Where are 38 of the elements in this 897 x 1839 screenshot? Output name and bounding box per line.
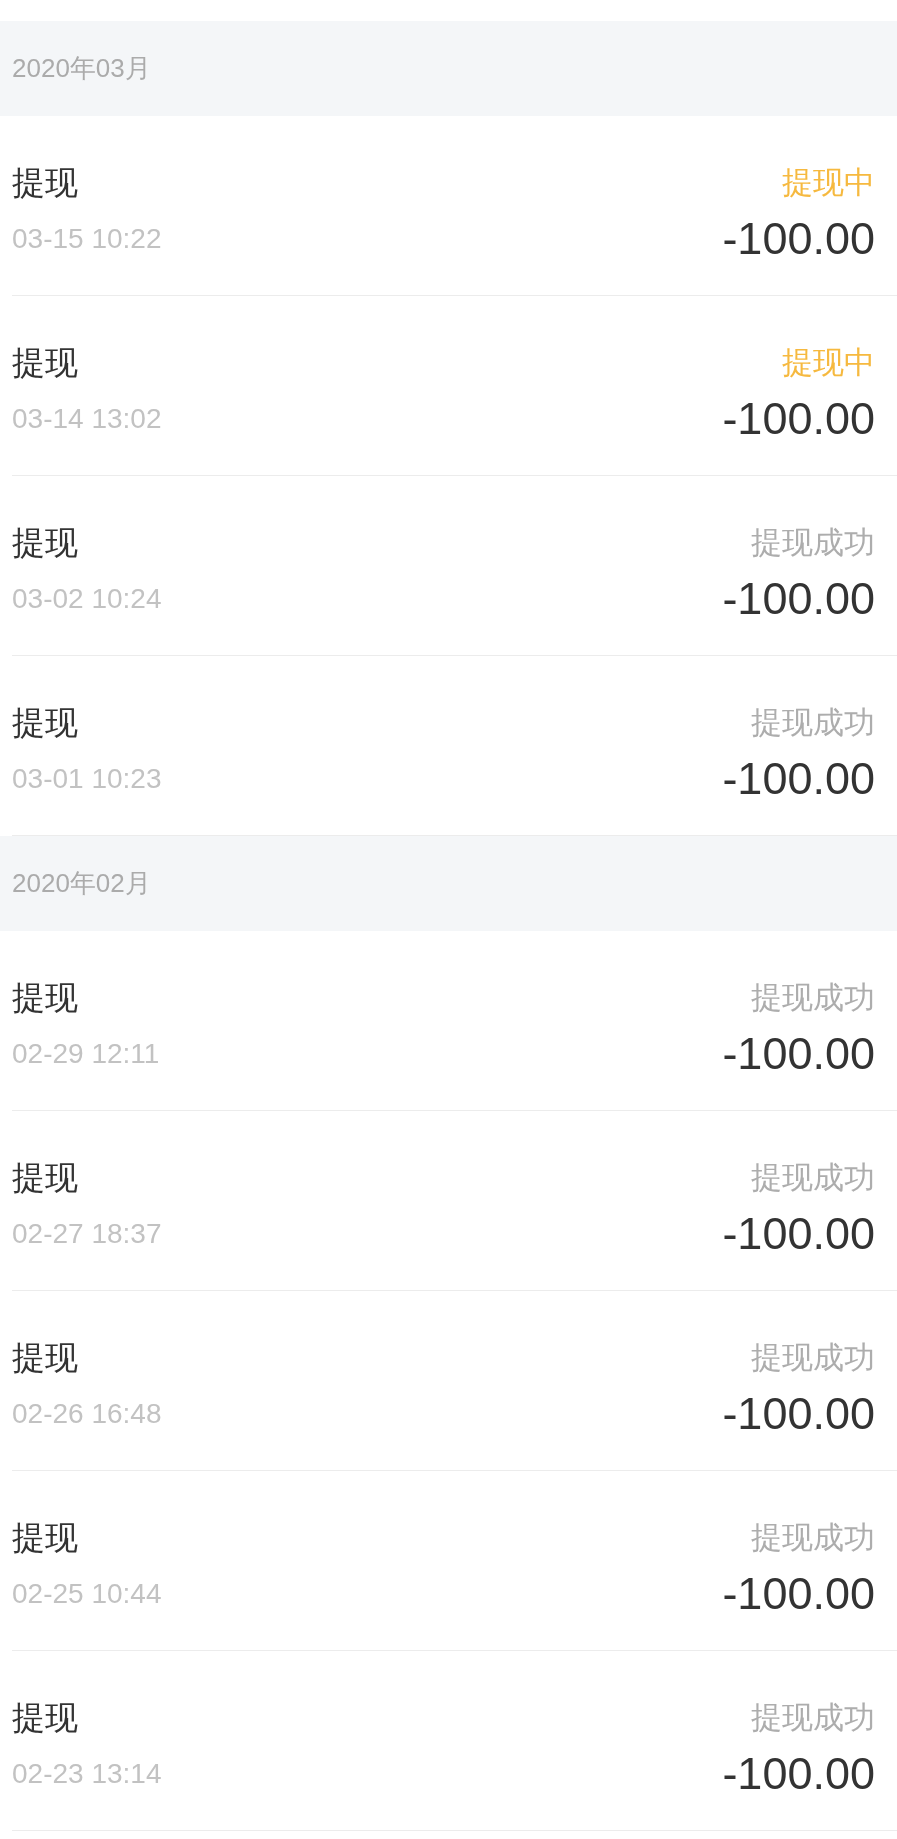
- transaction-time: 03-01 10:23: [12, 763, 162, 795]
- status-label: 提现中: [782, 164, 875, 202]
- transaction-title: 提现: [12, 342, 78, 383]
- transaction-title: 提现: [12, 1157, 78, 1198]
- transaction-title: 提现: [12, 1337, 78, 1378]
- amount: -100.00: [722, 1748, 875, 1800]
- transaction-time: 03-15 10:22: [12, 223, 162, 255]
- amount: -100.00: [722, 213, 875, 265]
- amount: -100.00: [722, 1388, 875, 1440]
- amount: -100.00: [722, 1028, 875, 1080]
- status-label: 提现成功: [751, 524, 875, 562]
- amount: -100.00: [722, 1208, 875, 1260]
- amount: -100.00: [722, 753, 875, 805]
- transaction-title: 提现: [12, 1517, 78, 1558]
- amount: -100.00: [722, 393, 875, 445]
- status-label: 提现成功: [751, 1699, 875, 1737]
- transaction-time: 03-02 10:24: [12, 583, 162, 615]
- transaction-time: 02-29 12:11: [12, 1038, 160, 1070]
- transaction-time: 02-27 18:37: [12, 1218, 162, 1250]
- status-label: 提现成功: [751, 1339, 875, 1377]
- status-label: 提现成功: [751, 1519, 875, 1557]
- transaction-time: 02-26 16:48: [12, 1398, 162, 1430]
- month-header: 2020年03月: [0, 21, 897, 116]
- status-label: 提现成功: [751, 1159, 875, 1197]
- transaction-title: 提现: [12, 522, 78, 563]
- transaction-title: 提现: [12, 162, 78, 203]
- transaction-time: 03-14 13:02: [12, 403, 162, 435]
- month-header: 2020年02月: [0, 836, 897, 931]
- transaction-title: 提现: [12, 702, 78, 743]
- amount: -100.00: [722, 1568, 875, 1620]
- status-label: 提现成功: [751, 979, 875, 1017]
- transaction-title: 提现: [12, 1697, 78, 1738]
- transaction-time: 02-25 10:44: [12, 1578, 162, 1610]
- transaction-title: 提现: [12, 977, 78, 1018]
- status-label: 提现成功: [751, 704, 875, 742]
- transaction-time: 02-23 13:14: [12, 1758, 162, 1790]
- amount: -100.00: [722, 573, 875, 625]
- status-label: 提现中: [782, 344, 875, 382]
